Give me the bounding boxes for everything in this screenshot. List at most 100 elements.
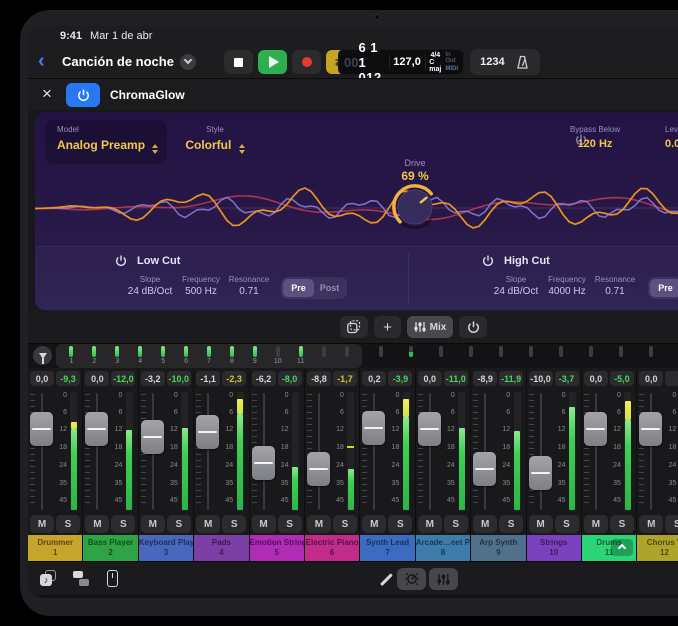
mute-button[interactable]: M bbox=[252, 515, 276, 533]
track-name-banner[interactable]: Drummer 1 bbox=[28, 535, 82, 561]
overview-channel[interactable] bbox=[396, 346, 426, 368]
overview-channel[interactable] bbox=[606, 346, 636, 368]
volume-value[interactable]: 0,0 bbox=[584, 371, 608, 386]
track-name-banner[interactable]: Keyboard Player 3 bbox=[139, 535, 193, 561]
track-name-banner[interactable]: Bass Player 2 bbox=[83, 535, 137, 561]
overview-visible-window[interactable]: 1234567891011 bbox=[56, 344, 362, 368]
mute-button[interactable]: M bbox=[418, 515, 442, 533]
peak-level-value[interactable]: -11,0 bbox=[444, 371, 468, 386]
add-track-button[interactable]: + bbox=[374, 316, 401, 338]
style-selector[interactable]: Colorful bbox=[175, 138, 255, 154]
solo-button[interactable]: S bbox=[388, 515, 412, 533]
peak-level-value[interactable]: -12,0 bbox=[111, 371, 135, 386]
solo-button[interactable]: S bbox=[555, 515, 579, 533]
faders-view-button[interactable] bbox=[429, 568, 458, 590]
solo-button[interactable]: S bbox=[222, 515, 246, 533]
peak-level-value[interactable]: -2,3 bbox=[222, 371, 246, 386]
high-cut-pre-post-toggle[interactable]: Pre Post bbox=[648, 277, 678, 299]
peak-level-value[interactable]: -5,0 bbox=[610, 371, 634, 386]
solo-button[interactable]: S bbox=[167, 515, 191, 533]
track-name-banner[interactable]: Emotion Strings 5 bbox=[250, 535, 304, 561]
overview-channel[interactable]: 10 bbox=[266, 346, 289, 368]
peak-level-value[interactable]: -8,0 bbox=[278, 371, 302, 386]
peak-level-value[interactable]: -11,9 bbox=[499, 371, 523, 386]
pencil-icon[interactable] bbox=[380, 573, 392, 585]
close-icon[interactable]: × bbox=[42, 84, 52, 104]
model-selector[interactable]: Analog Preamp bbox=[57, 138, 158, 154]
overview-channel[interactable]: 6 bbox=[175, 346, 198, 368]
overview-channel[interactable]: 2 bbox=[83, 346, 106, 368]
track-name-banner[interactable]: Arp Synth 9 bbox=[471, 535, 525, 561]
track-name-banner[interactable]: Strings 10 bbox=[527, 535, 581, 561]
mix-button[interactable]: Mix bbox=[407, 316, 453, 338]
overview-channel[interactable]: 9 bbox=[243, 346, 266, 368]
overview-offscreen-channels[interactable] bbox=[366, 344, 678, 368]
solo-button[interactable]: S bbox=[665, 515, 678, 533]
loop-browser-icon[interactable]: ♪ bbox=[40, 570, 58, 588]
browsers-icon[interactable] bbox=[72, 570, 90, 588]
peak-level-value[interactable]: -1,7 bbox=[333, 371, 357, 386]
fader-handle[interactable] bbox=[639, 412, 662, 446]
peak-level-value[interactable]: -3,9 bbox=[388, 371, 412, 386]
volume-value[interactable]: 0,0 bbox=[85, 371, 109, 386]
level-value[interactable]: 0.0 bbox=[665, 138, 678, 150]
pre-option[interactable]: Pre bbox=[283, 279, 314, 297]
stop-button[interactable] bbox=[224, 50, 253, 74]
pre-option[interactable]: Pre bbox=[650, 279, 678, 297]
overview-channel[interactable]: 1 bbox=[60, 346, 83, 368]
collapse-chevron-up-icon[interactable] bbox=[611, 539, 633, 556]
plugin-power-button[interactable] bbox=[66, 83, 100, 107]
fader-handle[interactable] bbox=[529, 456, 552, 490]
metronome-icon[interactable] bbox=[515, 55, 530, 70]
volume-value[interactable]: -6,2 bbox=[252, 371, 276, 386]
overview-channel[interactable]: 7 bbox=[198, 346, 221, 368]
title-chevron-down-icon[interactable] bbox=[180, 54, 196, 70]
fader-handle[interactable] bbox=[252, 446, 275, 480]
overview-channel[interactable] bbox=[426, 346, 456, 368]
fader-handle[interactable] bbox=[307, 452, 330, 486]
low-cut-resonance[interactable]: Resonance 0.71 bbox=[217, 275, 281, 297]
solo-button[interactable]: S bbox=[56, 515, 80, 533]
bypass-below-value[interactable]: 120 Hz bbox=[555, 138, 635, 150]
high-cut-resonance[interactable]: Resonance 0.71 bbox=[583, 275, 647, 297]
fader-handle[interactable] bbox=[141, 420, 164, 454]
peak-level-value[interactable]: -3,7 bbox=[555, 371, 579, 386]
peak-level-value[interactable]: -10,0 bbox=[167, 371, 191, 386]
track-name-banner[interactable]: Chorus V 12 bbox=[637, 535, 678, 561]
overview-channel[interactable] bbox=[366, 346, 396, 368]
fader-handle[interactable] bbox=[30, 412, 53, 446]
volume-value[interactable]: 0,2 bbox=[362, 371, 386, 386]
peak-level-value[interactable] bbox=[665, 371, 678, 386]
track-name-banner[interactable]: Drums 11 bbox=[582, 535, 636, 561]
plugins-icon[interactable] bbox=[104, 570, 122, 588]
count-in-button[interactable]: 1234 bbox=[480, 56, 504, 68]
track-name-banner[interactable]: Synth Lead 7 bbox=[360, 535, 414, 561]
mute-button[interactable]: M bbox=[85, 515, 109, 533]
overview-channel[interactable]: 3 bbox=[106, 346, 129, 368]
overview-channel[interactable]: 4 bbox=[129, 346, 152, 368]
fader-handle[interactable] bbox=[473, 452, 496, 486]
peak-level-value[interactable]: -9,3 bbox=[56, 371, 80, 386]
overview-channel[interactable]: 5 bbox=[152, 346, 175, 368]
solo-button[interactable]: S bbox=[333, 515, 357, 533]
mute-button[interactable]: M bbox=[196, 515, 220, 533]
post-option[interactable]: Post bbox=[314, 279, 345, 297]
song-title[interactable]: Canción de noche bbox=[62, 54, 174, 69]
high-cut-power-button[interactable] bbox=[482, 255, 494, 267]
solo-button[interactable]: S bbox=[610, 515, 634, 533]
overview-channel[interactable]: 11 bbox=[289, 346, 312, 368]
overview-channel[interactable] bbox=[335, 346, 358, 368]
overview-channel[interactable] bbox=[546, 346, 576, 368]
volume-value[interactable]: -3,2 bbox=[141, 371, 165, 386]
mixer-power-button[interactable] bbox=[459, 316, 487, 338]
solo-button[interactable]: S bbox=[444, 515, 468, 533]
volume-value[interactable]: 0,0 bbox=[30, 371, 54, 386]
low-cut-pre-post-toggle[interactable]: Pre Post bbox=[281, 277, 347, 299]
volume-value[interactable]: 0,0 bbox=[418, 371, 442, 386]
drive-knob[interactable] bbox=[392, 184, 438, 230]
solo-button[interactable]: S bbox=[499, 515, 523, 533]
volume-value[interactable]: -10,0 bbox=[529, 371, 553, 386]
volume-value[interactable]: -1,1 bbox=[196, 371, 220, 386]
fader-handle[interactable] bbox=[85, 412, 108, 446]
fader-handle[interactable] bbox=[418, 412, 441, 446]
